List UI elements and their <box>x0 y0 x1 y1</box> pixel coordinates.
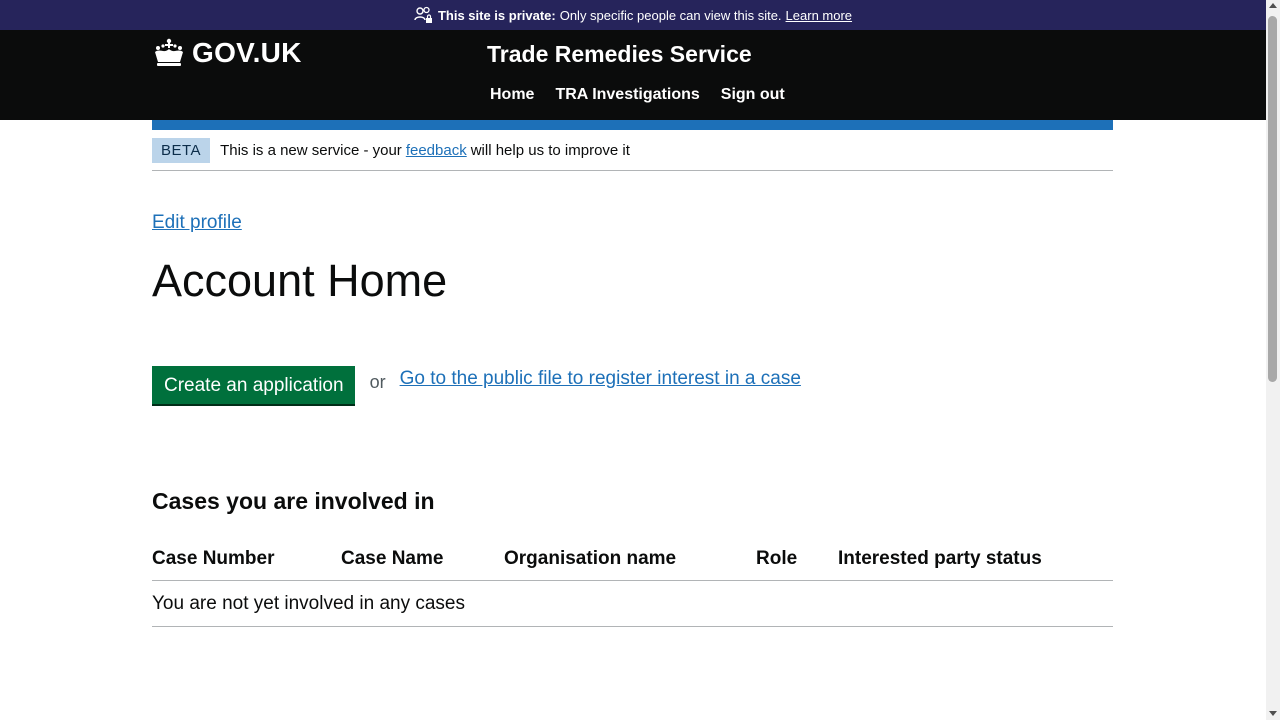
cases-heading: Cases you are involved in <box>152 488 435 514</box>
govuk-logo[interactable]: GOV.UK <box>152 37 302 69</box>
nav-tra-investigations[interactable]: TRA Investigations <box>555 86 699 104</box>
site-header: GOV.UK Trade Remedies Service Home TRA I… <box>0 30 1266 120</box>
column-header-case-number: Case Number <box>152 540 341 581</box>
service-name[interactable]: Trade Remedies Service <box>487 41 752 68</box>
column-header-case-name: Case Name <box>341 540 504 581</box>
header-accent-bar <box>152 120 1113 130</box>
nav-home[interactable]: Home <box>490 86 534 104</box>
column-header-organisation-name: Organisation name <box>504 540 756 581</box>
table-header-row: Case Number Case Name Organisation name … <box>152 540 1113 581</box>
public-file-link[interactable]: Go to the public file to register intere… <box>400 368 801 390</box>
nav-sign-out[interactable]: Sign out <box>721 86 785 104</box>
scrollbar-thumb[interactable] <box>1268 16 1277 382</box>
beta-text-after: will help us to improve it <box>470 141 630 159</box>
scroll-down-arrow-icon[interactable] <box>1269 711 1277 716</box>
vertical-scrollbar[interactable] <box>1266 0 1280 720</box>
private-banner-bold: This site is private: <box>437 7 556 23</box>
empty-cases-message: You are not yet involved in any cases <box>152 580 1113 627</box>
people-lock-icon <box>414 6 432 23</box>
beta-text-before: This is a new service - your <box>220 141 402 159</box>
beta-tag: BETA <box>152 137 211 163</box>
edit-profile-link[interactable]: Edit profile <box>152 212 242 234</box>
crown-icon <box>155 38 183 66</box>
private-site-banner: This site is private: Only specific peop… <box>0 0 1266 30</box>
scroll-up-arrow-icon[interactable] <box>1269 3 1277 8</box>
private-banner-text: Only specific people can view this site. <box>559 7 782 23</box>
feedback-link[interactable]: feedback <box>406 142 467 159</box>
or-text: or <box>369 372 386 392</box>
table-row: You are not yet involved in any cases <box>152 580 1113 627</box>
phase-banner: BETA This is a new service - your feedba… <box>152 130 1113 171</box>
column-header-role: Role <box>756 540 838 581</box>
page-title: Account Home <box>152 255 448 306</box>
logo-text: GOV.UK <box>192 37 302 68</box>
cases-table: Case Number Case Name Organisation name … <box>152 540 1113 627</box>
learn-more-link[interactable]: Learn more <box>786 8 852 23</box>
header-nav: Home TRA Investigations Sign out <box>490 86 785 104</box>
column-header-interested-party-status: Interested party status <box>838 540 1113 581</box>
action-row: Create an application or Go to the publi… <box>152 366 801 404</box>
create-application-button[interactable]: Create an application <box>152 366 355 404</box>
